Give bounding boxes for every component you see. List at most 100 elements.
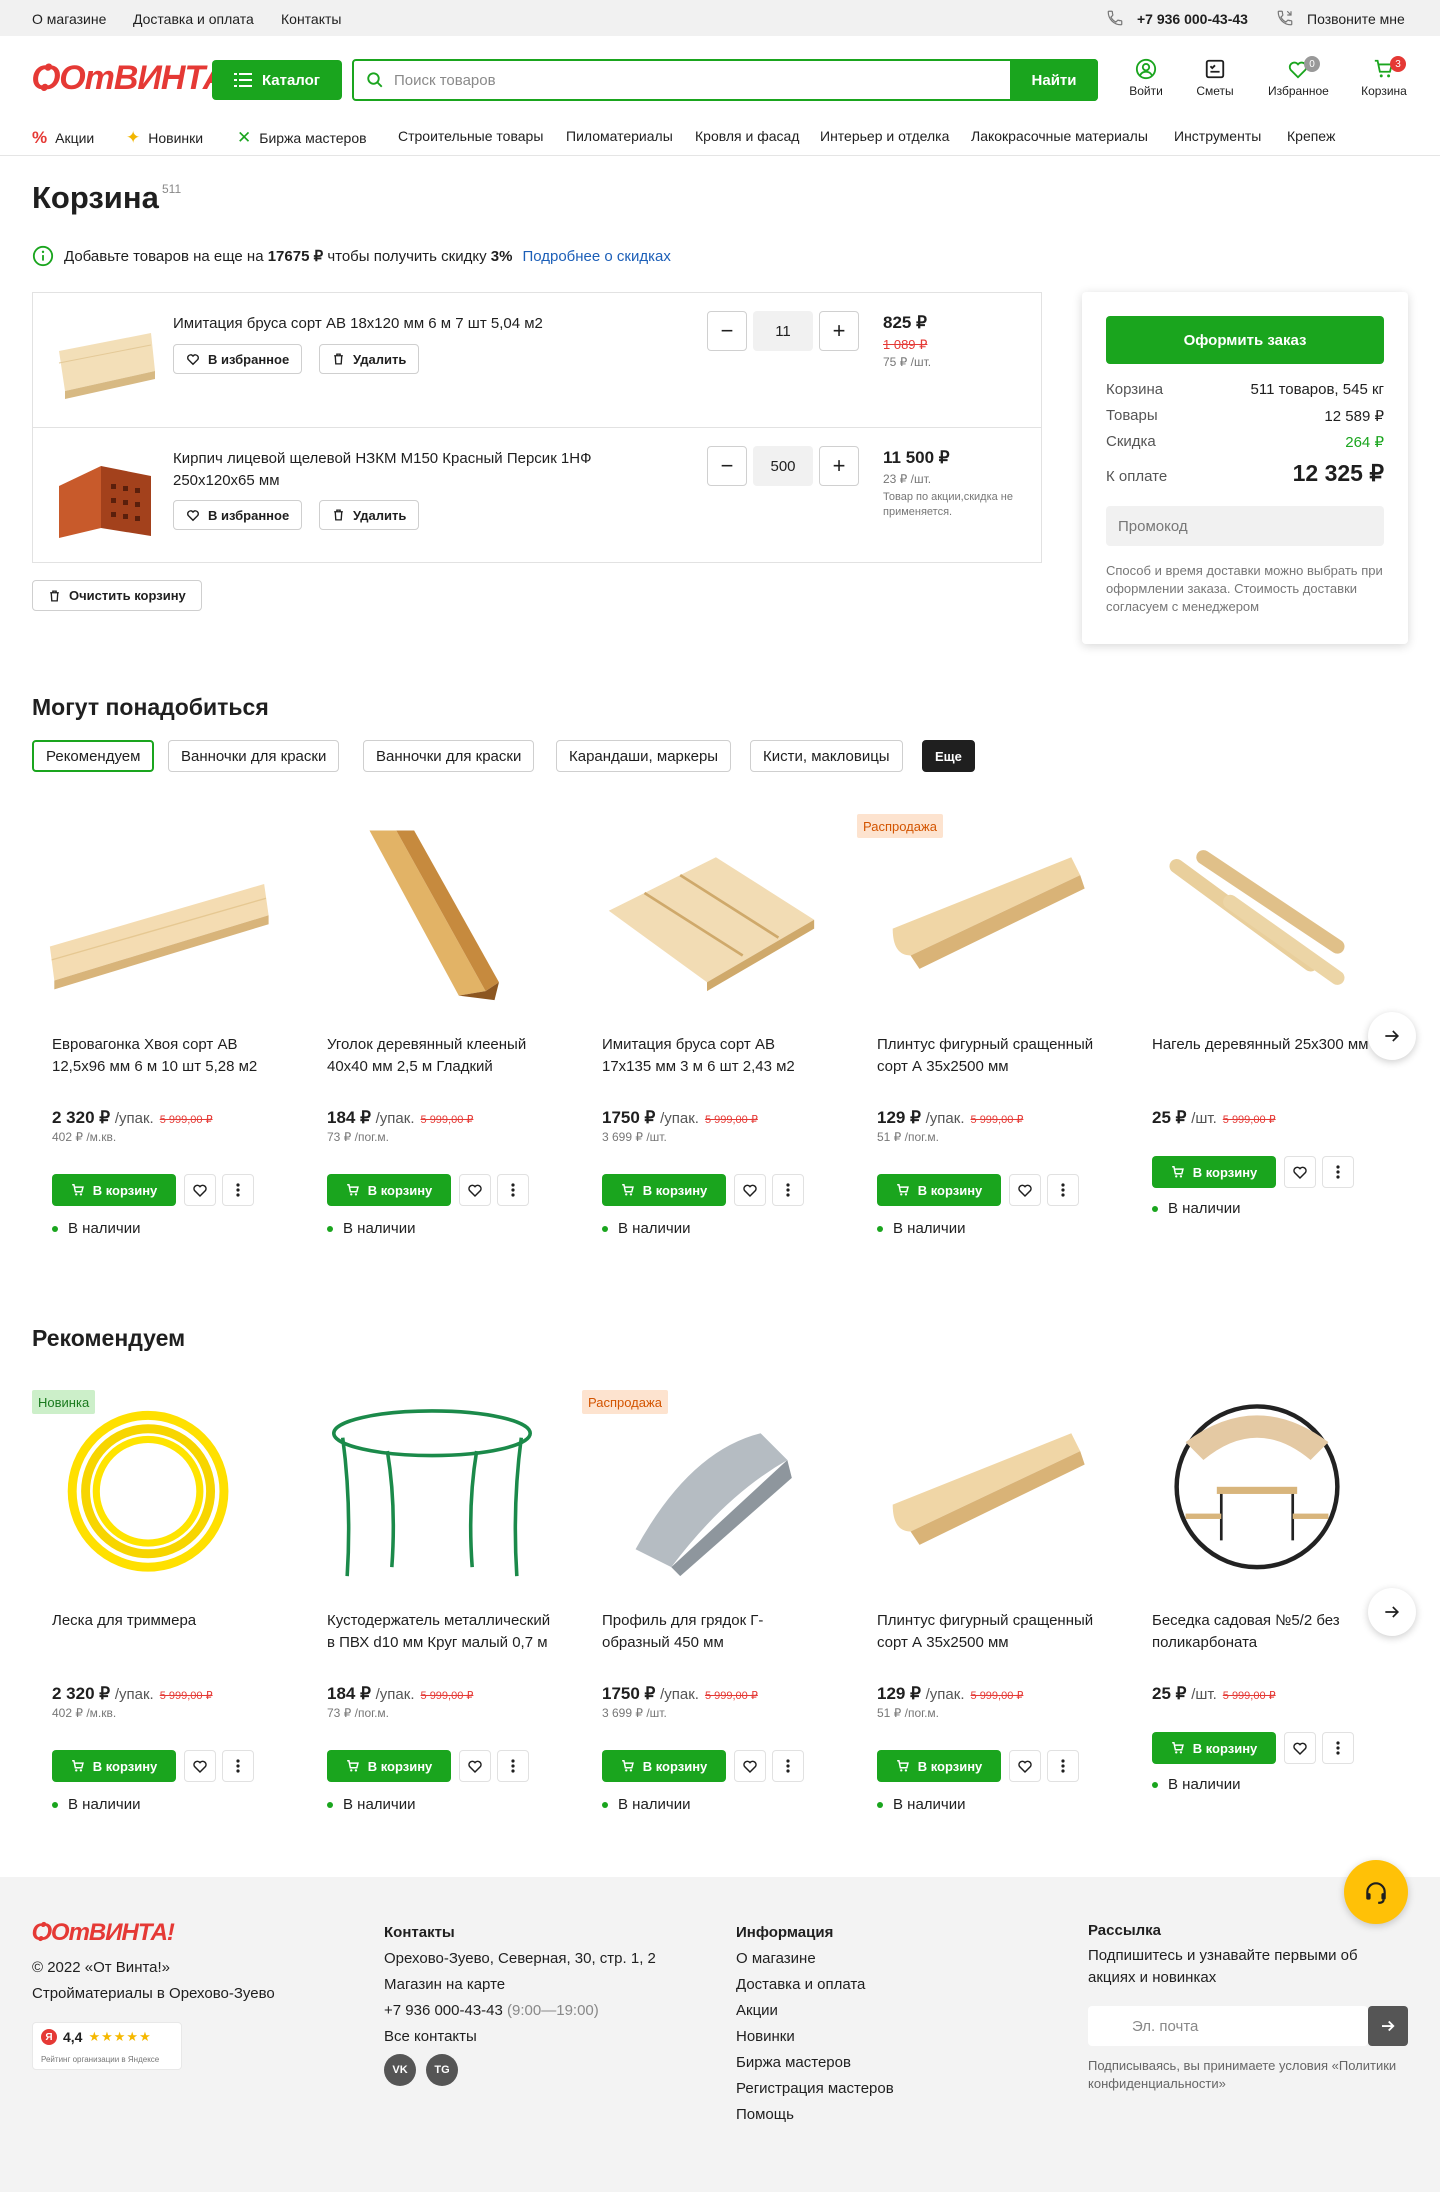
add-to-cart-button[interactable]: В корзину bbox=[327, 1174, 451, 1206]
footer-link[interactable]: Доставка и оплата bbox=[736, 1972, 894, 1998]
add-to-cart-button[interactable]: В корзину bbox=[877, 1750, 1001, 1782]
increase-button[interactable]: + bbox=[819, 311, 859, 351]
favorite-button[interactable] bbox=[734, 1174, 766, 1206]
product-title[interactable]: Беседка садовая №5/2 без поликарбоната bbox=[1152, 1610, 1378, 1654]
footer-map-link[interactable]: Магазин на карте bbox=[384, 1972, 656, 1998]
favorite-button[interactable] bbox=[1284, 1156, 1316, 1188]
increase-button[interactable]: + bbox=[819, 446, 859, 486]
product-card[interactable]: Распродажа Профиль для грядок Г-образный … bbox=[582, 1386, 832, 1826]
checkout-button[interactable]: Оформить заказ bbox=[1106, 316, 1384, 364]
chip-trays-1[interactable]: Ванночки для краски bbox=[168, 740, 340, 772]
add-to-cart-button[interactable]: В корзину bbox=[602, 1750, 726, 1782]
add-to-cart-button[interactable]: В корзину bbox=[52, 1174, 176, 1206]
nav-building[interactable]: Строительные товары bbox=[398, 128, 543, 144]
yandex-rating[interactable]: Я 4,4 ★★★★★ Рейтинг организации в Яндекс… bbox=[32, 2022, 182, 2070]
product-title[interactable]: Имитация бруса сорт АВ 17х135 мм 3 м 6 ш… bbox=[602, 1034, 828, 1078]
product-title[interactable]: Леска для триммера bbox=[52, 1610, 278, 1632]
footer-link[interactable]: Биржа мастеров bbox=[736, 2050, 894, 2076]
telegram-icon[interactable]: TG bbox=[426, 2054, 458, 2086]
decrease-button[interactable]: − bbox=[707, 446, 747, 486]
product-card[interactable]: Плинтус фигурный сращенный сорт А 35х250… bbox=[857, 1386, 1107, 1826]
nav-fasteners[interactable]: Крепеж bbox=[1287, 128, 1335, 144]
logo[interactable]: ѺОтВИНТА! bbox=[32, 59, 238, 98]
product-image[interactable] bbox=[582, 1386, 832, 1601]
top-link-contacts[interactable]: Контакты bbox=[281, 11, 341, 27]
product-image[interactable] bbox=[307, 810, 557, 1025]
remove-button[interactable]: Удалить bbox=[319, 500, 420, 530]
footer-link[interactable]: Помощь bbox=[736, 2102, 894, 2128]
footer-logo[interactable]: ѺОтВИНТА! bbox=[32, 1919, 175, 1947]
add-to-cart-button[interactable]: В корзину bbox=[327, 1750, 451, 1782]
product-title[interactable]: Профиль для грядок Г-образный 450 мм bbox=[602, 1610, 828, 1654]
nav-lumber[interactable]: Пиломатериалы bbox=[566, 128, 673, 144]
estimates-button[interactable]: Сметы bbox=[1185, 58, 1245, 98]
promo-code-input[interactable] bbox=[1106, 506, 1384, 546]
more-options-button[interactable] bbox=[772, 1750, 804, 1782]
product-card[interactable]: Новинка Леска для триммера 2 320 ₽ /упак. 5… bbox=[32, 1386, 282, 1826]
top-link-about[interactable]: О магазине bbox=[32, 11, 106, 27]
favorite-button[interactable] bbox=[184, 1174, 216, 1206]
discount-link[interactable]: Подробнее о скидках bbox=[522, 248, 670, 265]
add-to-favorites-button[interactable]: В избранное bbox=[173, 500, 303, 530]
product-title[interactable]: Плинтус фигурный сращенный сорт А 35х250… bbox=[877, 1034, 1103, 1078]
more-options-button[interactable] bbox=[1322, 1732, 1354, 1764]
add-to-cart-button[interactable]: В корзину bbox=[52, 1750, 176, 1782]
favorite-button[interactable] bbox=[184, 1750, 216, 1782]
product-image[interactable] bbox=[582, 810, 832, 1025]
item-title[interactable]: Имитация бруса сорт АВ 18х120 мм 6 м 7 ш… bbox=[173, 313, 643, 335]
product-image[interactable] bbox=[1132, 810, 1382, 1025]
nav-tools[interactable]: Инструменты bbox=[1174, 128, 1261, 144]
nav-paints[interactable]: Лакокрасочные материалы bbox=[971, 128, 1148, 144]
chip-more[interactable]: Еще bbox=[922, 740, 975, 772]
search-input[interactable] bbox=[394, 61, 954, 99]
add-to-cart-button[interactable]: В корзину bbox=[1152, 1732, 1276, 1764]
top-link-delivery[interactable]: Доставка и оплата bbox=[133, 11, 254, 27]
product-card[interactable]: Евровагонка Хвоя сорт АВ 12,5х96 мм 6 м … bbox=[32, 810, 282, 1250]
product-image[interactable] bbox=[857, 810, 1107, 1025]
add-to-cart-button[interactable]: В корзину bbox=[1152, 1156, 1276, 1188]
more-options-button[interactable] bbox=[222, 1750, 254, 1782]
product-image[interactable] bbox=[1132, 1386, 1382, 1601]
footer-link[interactable]: О магазине bbox=[736, 1946, 894, 1972]
product-card[interactable]: Распродажа Плинтус фигурный сращенный сор… bbox=[857, 810, 1107, 1250]
more-options-button[interactable] bbox=[1047, 1174, 1079, 1206]
chip-pencils[interactable]: Карандаши, маркеры bbox=[556, 740, 732, 772]
product-card[interactable]: Имитация бруса сорт АВ 17х135 мм 3 м 6 ш… bbox=[582, 810, 832, 1250]
add-to-favorites-button[interactable]: В избранное bbox=[173, 344, 303, 374]
product-card[interactable]: Беседка садовая №5/2 без поликарбоната 25… bbox=[1132, 1386, 1382, 1826]
nav-sales[interactable]: % Акции bbox=[32, 128, 94, 148]
next-arrow-button[interactable] bbox=[1368, 1588, 1416, 1636]
product-card[interactable]: Нагель деревянный 25х300 мм 25 ₽ /шт. 5 99… bbox=[1132, 810, 1382, 1250]
product-image[interactable] bbox=[32, 810, 282, 1025]
footer-link[interactable]: Регистрация мастеров bbox=[736, 2076, 894, 2102]
product-title[interactable]: Уголок деревянный клееный 40х40 мм 2,5 м… bbox=[327, 1034, 553, 1078]
chip-trays-2[interactable]: Ванночки для краски bbox=[363, 740, 535, 772]
more-options-button[interactable] bbox=[497, 1174, 529, 1206]
nav-masters[interactable]: ✕ Биржа мастеров bbox=[237, 128, 367, 148]
favorite-button[interactable] bbox=[459, 1750, 491, 1782]
callback-link[interactable]: Позвоните мне bbox=[1307, 11, 1405, 27]
add-to-cart-button[interactable]: В корзину bbox=[602, 1174, 726, 1206]
favorite-button[interactable] bbox=[1009, 1750, 1041, 1782]
footer-phone[interactable]: +7 936 000-43-43 bbox=[384, 2002, 503, 2019]
product-image[interactable] bbox=[857, 1386, 1107, 1601]
more-options-button[interactable] bbox=[1047, 1750, 1079, 1782]
favorite-button[interactable] bbox=[1284, 1732, 1316, 1764]
more-options-button[interactable] bbox=[222, 1174, 254, 1206]
item-title[interactable]: Кирпич лицевой щелевой НЗКМ М150 Красный… bbox=[173, 448, 643, 492]
product-title[interactable]: Плинтус фигурный сращенный сорт А 35х250… bbox=[877, 1610, 1103, 1654]
subscribe-button[interactable] bbox=[1368, 2006, 1408, 2046]
vk-icon[interactable]: VK bbox=[384, 2054, 416, 2086]
clear-cart-button[interactable]: Очистить корзину bbox=[32, 580, 202, 611]
product-card[interactable]: Кустодержатель металлический в ПВХ d10 м… bbox=[307, 1386, 557, 1826]
product-title[interactable]: Кустодержатель металлический в ПВХ d10 м… bbox=[327, 1610, 553, 1654]
product-image[interactable] bbox=[32, 1386, 282, 1601]
chip-brushes[interactable]: Кисти, макловицы bbox=[750, 740, 903, 772]
footer-all-contacts[interactable]: Все контакты bbox=[384, 2024, 656, 2050]
nav-interior[interactable]: Интерьер и отделка bbox=[820, 128, 949, 144]
email-field[interactable] bbox=[1088, 2006, 1368, 2046]
favorite-button[interactable] bbox=[734, 1750, 766, 1782]
login-button[interactable]: Войти bbox=[1116, 58, 1176, 98]
quantity-value[interactable]: 11 bbox=[753, 311, 813, 351]
favorite-button[interactable] bbox=[459, 1174, 491, 1206]
